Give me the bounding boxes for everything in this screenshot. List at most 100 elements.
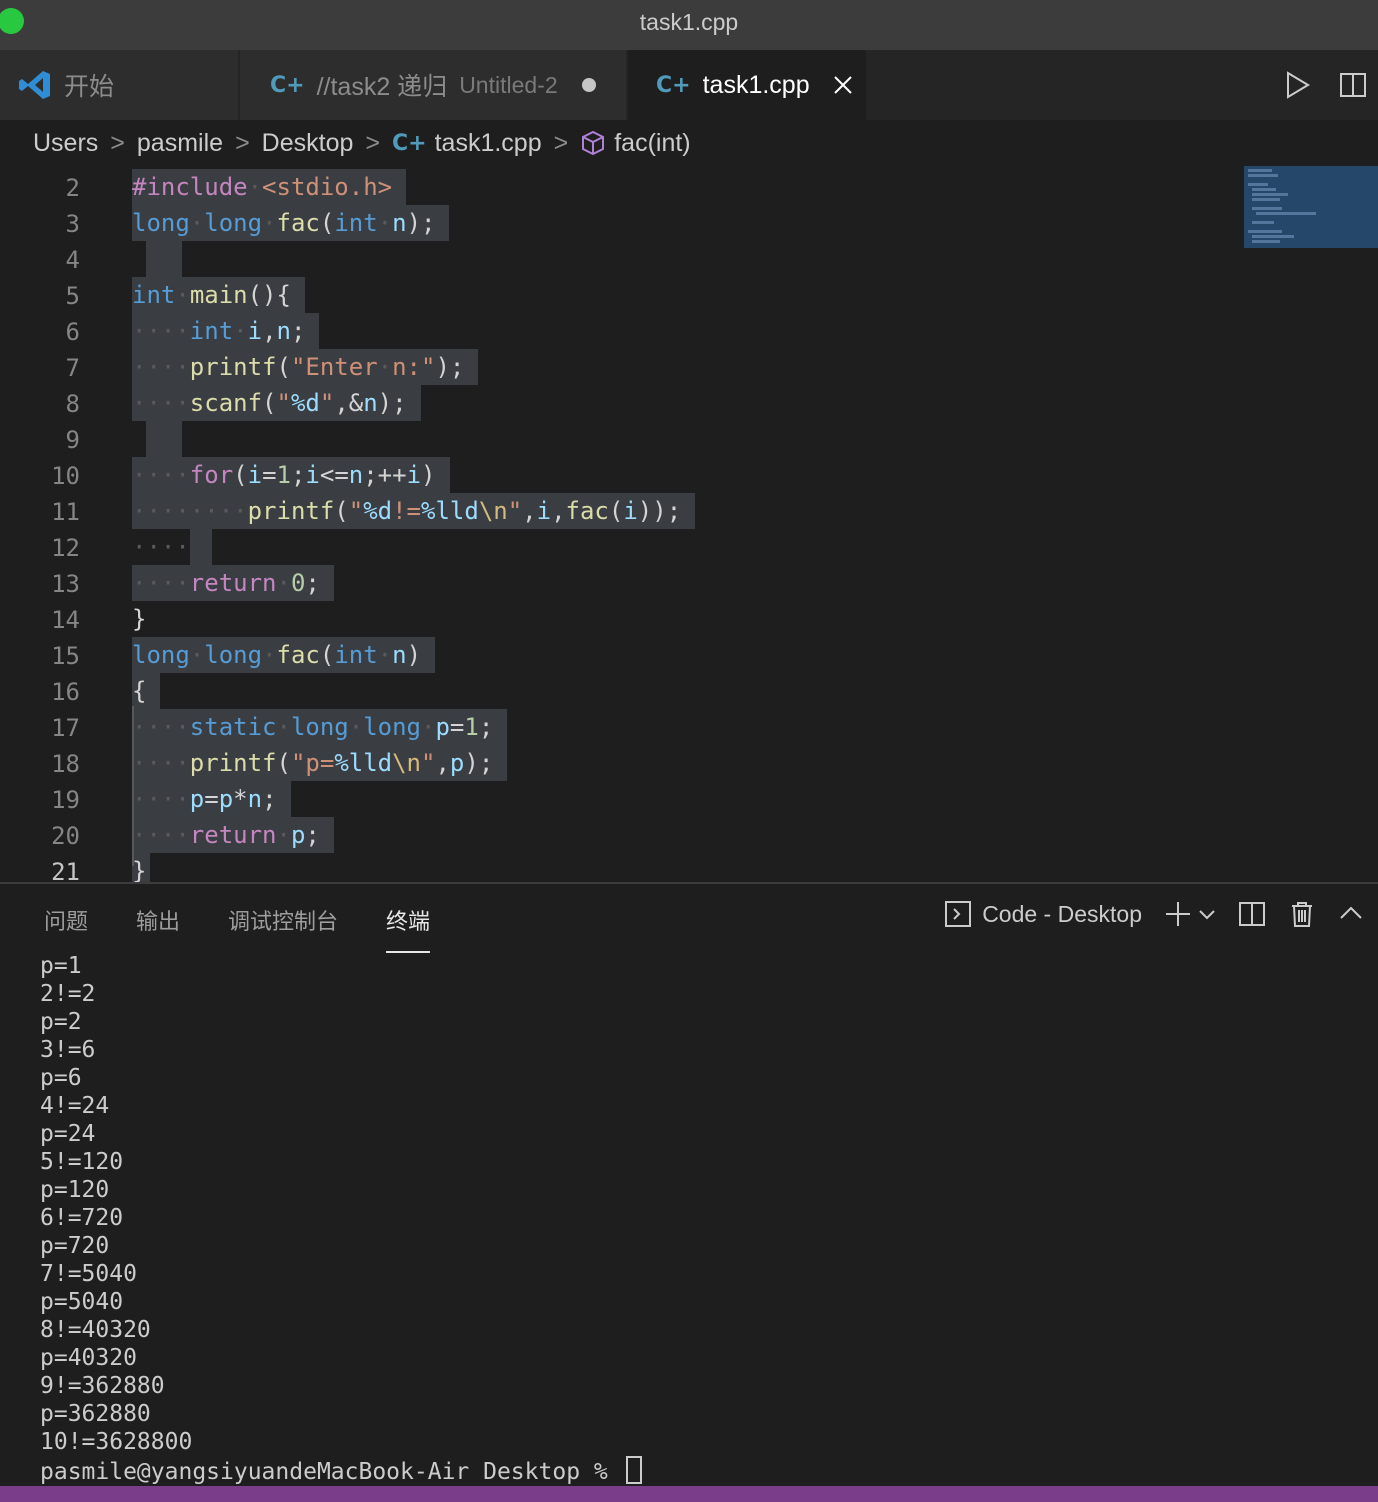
line-number: 8 [65, 390, 80, 418]
terminal-line: 2!=2 [40, 981, 96, 1007]
code-line: 14} [0, 598, 1240, 634]
line-number: 16 [51, 678, 80, 706]
line-number: 17 [51, 714, 80, 742]
terminal-line: 4!=24 [40, 1093, 110, 1119]
close-icon[interactable] [832, 74, 854, 96]
breadcrumb-item[interactable]: fac(int) [614, 129, 690, 158]
terminal-icon [945, 901, 972, 927]
breadcrumb-item[interactable]: Users [33, 129, 98, 158]
bottom-panel: 问题 输出 调试控制台 终端 Code - Desktop p=1 2!=2 p=2… [0, 882, 1378, 1488]
terminal-selector[interactable]: Code - Desktop [944, 900, 1142, 928]
code-line: 17 ····static·long·long·p=1; [0, 706, 1240, 745]
terminal-line: 6!=720 [40, 1205, 124, 1231]
status-bar [0, 1486, 1378, 1502]
breadcrumb-item[interactable]: pasmile [137, 129, 223, 158]
code-line: 7 ····printf("Enter·n:"); [0, 346, 1240, 385]
line-number: 11 [51, 498, 80, 526]
line-number: 5 [65, 282, 80, 310]
tab-label: task1.cpp [702, 70, 810, 99]
tab-welcome[interactable]: 开始 [0, 50, 238, 120]
line-number: 20 [51, 822, 80, 850]
code-line: 5 int·main(){ [0, 274, 1240, 313]
terminal-output[interactable]: p=1 2!=2 p=2 3!=6 p=6 4!=24 p=24 5!=120 p=120 6!=… [40, 952, 642, 1486]
trash-icon[interactable] [1288, 900, 1316, 928]
tab-output[interactable]: 输出 [136, 904, 180, 953]
code-text [146, 241, 182, 277]
editor-actions [1282, 50, 1378, 120]
line-number: 18 [51, 750, 80, 778]
code-editor[interactable]: 2 #include·<stdio.h> 3 long·long·fac(int·n… [0, 166, 1378, 882]
code-line: 8 ····scanf("%d",&n); [0, 382, 1240, 421]
line-number: 13 [51, 570, 80, 598]
terminal-line: 5!=120 [40, 1149, 124, 1175]
chevron-right-icon: > [553, 128, 569, 157]
indent-guide [132, 706, 134, 866]
plus-icon[interactable] [1164, 900, 1192, 928]
breadcrumb-item[interactable]: task1.cpp [435, 129, 542, 158]
code-line: 13 ····return·0; [0, 562, 1240, 601]
chevron-up-icon[interactable] [1338, 901, 1364, 927]
code-line: 11 ········printf("%d!=%lld\n",i,fac(i)); [0, 490, 1240, 529]
code-text: ········printf("%d!=%lld\n",i,fac(i)); [132, 493, 696, 529]
line-number: 9 [65, 426, 80, 454]
cpp-file-icon: C+ [392, 130, 427, 156]
tab-label: 开始 [64, 73, 115, 101]
terminal-line: 8!=40320 [40, 1317, 151, 1343]
chevron-down-icon[interactable] [1198, 905, 1216, 923]
code-text: long·long·fac(int·n); [132, 205, 450, 241]
line-number: 10 [51, 462, 80, 490]
breadcrumb-item[interactable]: Desktop [262, 129, 354, 158]
code-text: #include·<stdio.h> [132, 169, 407, 205]
tab-problems[interactable]: 问题 [44, 904, 88, 953]
terminal-line: p=120 [40, 1177, 110, 1203]
line-number: 6 [65, 318, 80, 346]
code-text [146, 421, 182, 457]
symbol-method-icon [582, 130, 605, 156]
code-text: } [132, 853, 151, 882]
line-number: 3 [65, 210, 80, 238]
tab-terminal[interactable]: 终端 [386, 904, 431, 953]
code-text: int·main(){ [132, 277, 305, 313]
breadcrumb: Users > pasmile > Desktop > C+ task1.cpp… [0, 120, 1378, 166]
code-text: ····static·long·long·p=1; [132, 709, 508, 745]
code-line: 2 #include·<stdio.h> [0, 166, 1240, 205]
line-number: 21 [51, 858, 80, 882]
chevron-right-icon: > [110, 128, 125, 157]
line-number: 2 [65, 174, 80, 202]
code-line: 19 ····p=p*n; [0, 778, 1240, 817]
terminal-line: p=5040 [40, 1289, 124, 1315]
minimap[interactable] [1244, 166, 1378, 248]
code-text: ····for(i=1;i<=n;++i) [132, 457, 450, 493]
cpp-file-icon: C+ [656, 72, 691, 98]
chevron-right-icon: > [235, 128, 250, 157]
tab-label: //task2 递归 [316, 73, 448, 101]
code-line: 9 [0, 418, 1240, 457]
run-icon[interactable] [1282, 70, 1312, 100]
terminal-cursor [625, 1456, 642, 1484]
code-text: ···· [132, 529, 212, 565]
terminal-line: p=40320 [40, 1345, 137, 1371]
panel-tabs: 问题 输出 调试控制台 终端 [44, 904, 431, 953]
cpp-file-icon: C+ [270, 72, 305, 98]
code-text: ····p=p*n; [132, 781, 291, 817]
split-editor-icon[interactable] [1338, 70, 1368, 100]
terminal-line: p=1 [40, 953, 82, 979]
code-text: long·long·fac(int·n) [132, 637, 436, 673]
code-text: ····printf("p=%lld\n",p); [132, 745, 508, 781]
line-number: 14 [51, 606, 80, 634]
unsaved-dot-icon[interactable] [581, 78, 596, 92]
tab-task1-cpp[interactable]: C+ task1.cpp [628, 50, 866, 120]
code-text: ····scanf("%d",&n); [132, 385, 421, 421]
code-line: 12 ···· [0, 526, 1240, 565]
tab-description: Untitled-2 [459, 71, 558, 98]
terminal-line: p=720 [40, 1233, 110, 1259]
window-zoom-button[interactable] [0, 8, 24, 34]
tab-debug-console[interactable]: 调试控制台 [228, 904, 338, 953]
tab-untitled-2[interactable]: C+ //task2 递归 Untitled-2 [240, 50, 626, 120]
editor-tab-bar: 开始 C+ //task2 递归 Untitled-2 C+ task1.cpp [0, 50, 1378, 120]
code-text: ····printf("Enter·n:"); [132, 349, 479, 385]
code-line: 18 ····printf("p=%lld\n",p); [0, 742, 1240, 781]
terminal-line: p=24 [40, 1121, 96, 1147]
line-number: 4 [65, 246, 80, 274]
split-terminal-icon[interactable] [1238, 900, 1266, 928]
